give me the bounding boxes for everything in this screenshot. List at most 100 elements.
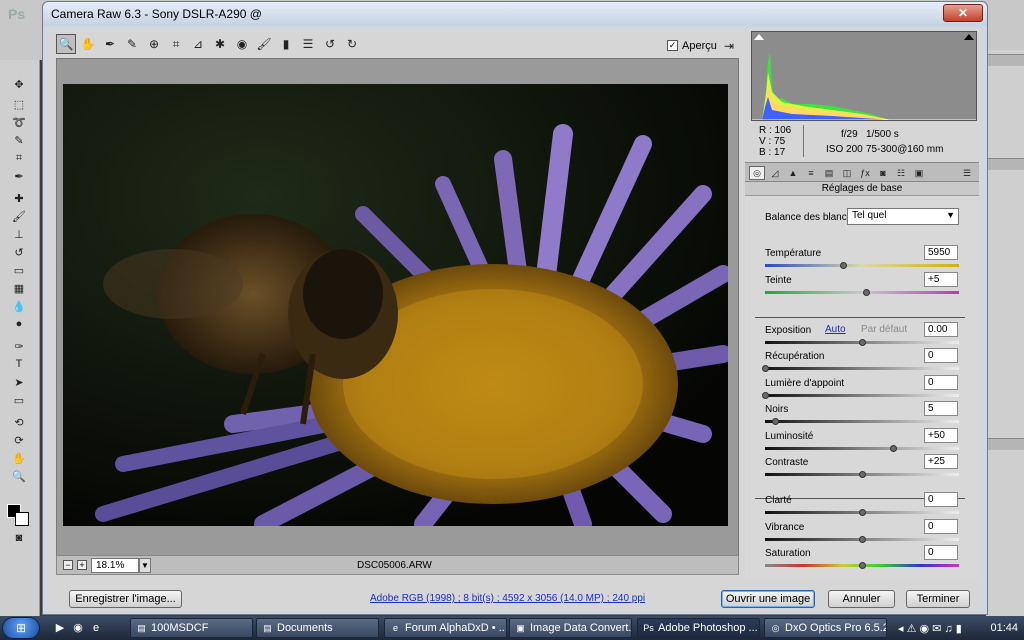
shape-tool-icon[interactable]: ▭ [9, 392, 29, 408]
dodge-tool-icon[interactable]: ● [9, 316, 29, 332]
start-button[interactable]: ⊞ [2, 617, 40, 639]
spot-removal-icon[interactable]: ✱ [210, 34, 230, 54]
rotate-right-icon[interactable]: ↻ [342, 34, 362, 54]
brush-tool-icon[interactable]: 🖌 [9, 208, 29, 224]
tab-lens-icon[interactable]: ◫ [839, 166, 855, 180]
slider-thumb[interactable] [859, 509, 866, 516]
adjustment-brush-icon[interactable]: 🖌 [254, 34, 274, 54]
tray-icons[interactable]: ◂ ⚠ ◉ ✉ ♫ ▮ [898, 622, 962, 635]
title-bar[interactable]: Camera Raw 6.3 - Sony DSLR-A290 @ ✕ [43, 2, 987, 26]
marquee-tool-icon[interactable]: ⬚ [9, 96, 29, 112]
panel-dock-header[interactable] [986, 158, 1024, 170]
move-tool-icon[interactable]: ✥ [9, 76, 29, 92]
eraser-tool-icon[interactable]: ▭ [9, 262, 29, 278]
hand-tool-icon[interactable]: ✋ [9, 450, 29, 466]
tab-hsl-icon[interactable]: ≡ [803, 166, 819, 180]
shadow-clipping-icon[interactable] [754, 34, 764, 40]
3d-rotate-tool-icon[interactable]: ⟲ [9, 414, 29, 430]
crop-icon[interactable]: ⌗ [166, 34, 186, 54]
zoom-out-button[interactable]: − [63, 560, 73, 570]
quick-mask-icon[interactable]: ◙ [9, 530, 29, 546]
taskbar-item[interactable]: ▤ 100MSDCF [130, 618, 253, 638]
path-select-tool-icon[interactable]: ➤ [9, 374, 29, 390]
quick-select-tool-icon[interactable]: ✎ [9, 132, 29, 148]
tab-split-toning-icon[interactable]: ▤ [821, 166, 837, 180]
slider-thumb[interactable] [862, 289, 870, 296]
slider-track[interactable] [765, 394, 959, 397]
done-button[interactable]: Terminer [906, 590, 970, 608]
zoom-dropdown-icon[interactable]: ▼ [139, 558, 151, 573]
tab-detail-icon[interactable]: ▲ [785, 166, 801, 180]
close-button[interactable]: ✕ [943, 4, 983, 22]
panel-dock-header[interactable] [986, 438, 1024, 450]
background-color-swatch[interactable] [15, 512, 29, 526]
taskbar-item[interactable]: ◎ DxO Optics Pro 6.5.2... [764, 618, 887, 638]
open-image-button[interactable]: Ouvrir une image [721, 590, 815, 608]
slider-value-field[interactable]: +25 [924, 454, 958, 469]
slider-value-field[interactable]: +50 [924, 428, 958, 443]
auto-link[interactable]: Auto [825, 324, 846, 335]
panel-dock-header[interactable] [986, 54, 1024, 66]
tab-tone-curve-icon[interactable]: ◿ [767, 166, 783, 180]
zoom-in-button[interactable]: + [77, 560, 87, 570]
tab-basic-icon[interactable]: ◎ [749, 166, 765, 180]
slider-thumb[interactable] [859, 339, 866, 346]
slider-value-field[interactable]: 0 [924, 348, 958, 363]
ie-icon[interactable]: e [88, 620, 104, 636]
white-balance-select[interactable]: Tel quel ▼ [847, 208, 959, 225]
taskbar-item[interactable]: ▣ Image Data Convert... [509, 618, 632, 638]
slider-thumb[interactable] [890, 445, 898, 452]
graduated-filter-icon[interactable]: ▮ [276, 34, 296, 54]
slider-value-field[interactable]: 0 [924, 545, 958, 560]
targeted-adjust-icon[interactable]: ⊕ [144, 34, 164, 54]
slider-track[interactable] [765, 264, 959, 267]
color-sampler-icon[interactable]: ✎ [122, 34, 142, 54]
3d-orbit-tool-icon[interactable]: ⟳ [9, 432, 29, 448]
gradient-tool-icon[interactable]: ▦ [9, 280, 29, 296]
preview-checkbox[interactable]: ✓ [667, 40, 678, 51]
tab-calibration-icon[interactable]: ◙ [875, 166, 891, 180]
slider-thumb[interactable] [839, 262, 847, 269]
slider-track[interactable] [765, 447, 959, 450]
slider-value-field[interactable]: 0 [924, 375, 958, 390]
panel-menu-icon[interactable]: ☰ [959, 166, 975, 180]
slider-value-field[interactable]: 5950 [924, 245, 958, 260]
tab-snapshots-icon[interactable]: ▣ [911, 166, 927, 180]
slider-thumb[interactable] [859, 471, 866, 478]
raw-photo[interactable] [63, 84, 728, 526]
white-balance-icon[interactable]: ✒ [100, 34, 120, 54]
slider-value-field[interactable]: +5 [924, 272, 958, 287]
tab-presets-icon[interactable]: ☷ [893, 166, 909, 180]
pen-tool-icon[interactable]: ✑ [9, 338, 29, 354]
type-tool-icon[interactable]: T [9, 356, 29, 372]
tab-effects-icon[interactable]: ƒx [857, 166, 873, 180]
taskbar-item[interactable]: ▤ Documents [256, 618, 379, 638]
zoom-icon[interactable]: 🔍 [56, 34, 76, 54]
taskbar-item[interactable]: e Forum AlphaDxD • ... [384, 618, 507, 638]
crop-tool-icon[interactable]: ⌗ [9, 150, 29, 166]
preferences-icon[interactable]: ☰ [298, 34, 318, 54]
workflow-options-link[interactable]: Adobe RGB (1998) ; 8 bit(s) ; 4592 x 305… [370, 593, 645, 604]
fullscreen-icon[interactable]: ⇥ [721, 39, 737, 53]
history-brush-tool-icon[interactable]: ↺ [9, 244, 29, 260]
stamp-tool-icon[interactable]: ⊥ [9, 226, 29, 242]
slider-track[interactable] [765, 367, 959, 370]
media-player-icon[interactable]: ▶ [52, 620, 68, 636]
slider-value-field[interactable]: 0.00 [924, 322, 958, 337]
save-image-button[interactable]: Enregistrer l'image... [69, 590, 182, 608]
slider-thumb[interactable] [859, 562, 866, 569]
highlight-clipping-icon[interactable] [964, 34, 974, 40]
zoom-tool-icon[interactable]: 🔍 [9, 468, 29, 484]
slider-value-field[interactable]: 5 [924, 401, 958, 416]
lasso-tool-icon[interactable]: ➰ [9, 114, 29, 130]
straighten-icon[interactable]: ⊿ [188, 34, 208, 54]
hand-icon[interactable]: ✋ [78, 34, 98, 54]
eyedropper-tool-icon[interactable]: ✒ [9, 168, 29, 184]
slider-value-field[interactable]: 0 [924, 492, 958, 507]
default-link[interactable]: Par défaut [861, 324, 907, 335]
rotate-left-icon[interactable]: ↺ [320, 34, 340, 54]
zoom-level-field[interactable]: 18.1% [91, 558, 139, 573]
slider-thumb[interactable] [771, 418, 779, 425]
slider-thumb[interactable] [762, 392, 769, 399]
slider-thumb[interactable] [859, 536, 866, 543]
